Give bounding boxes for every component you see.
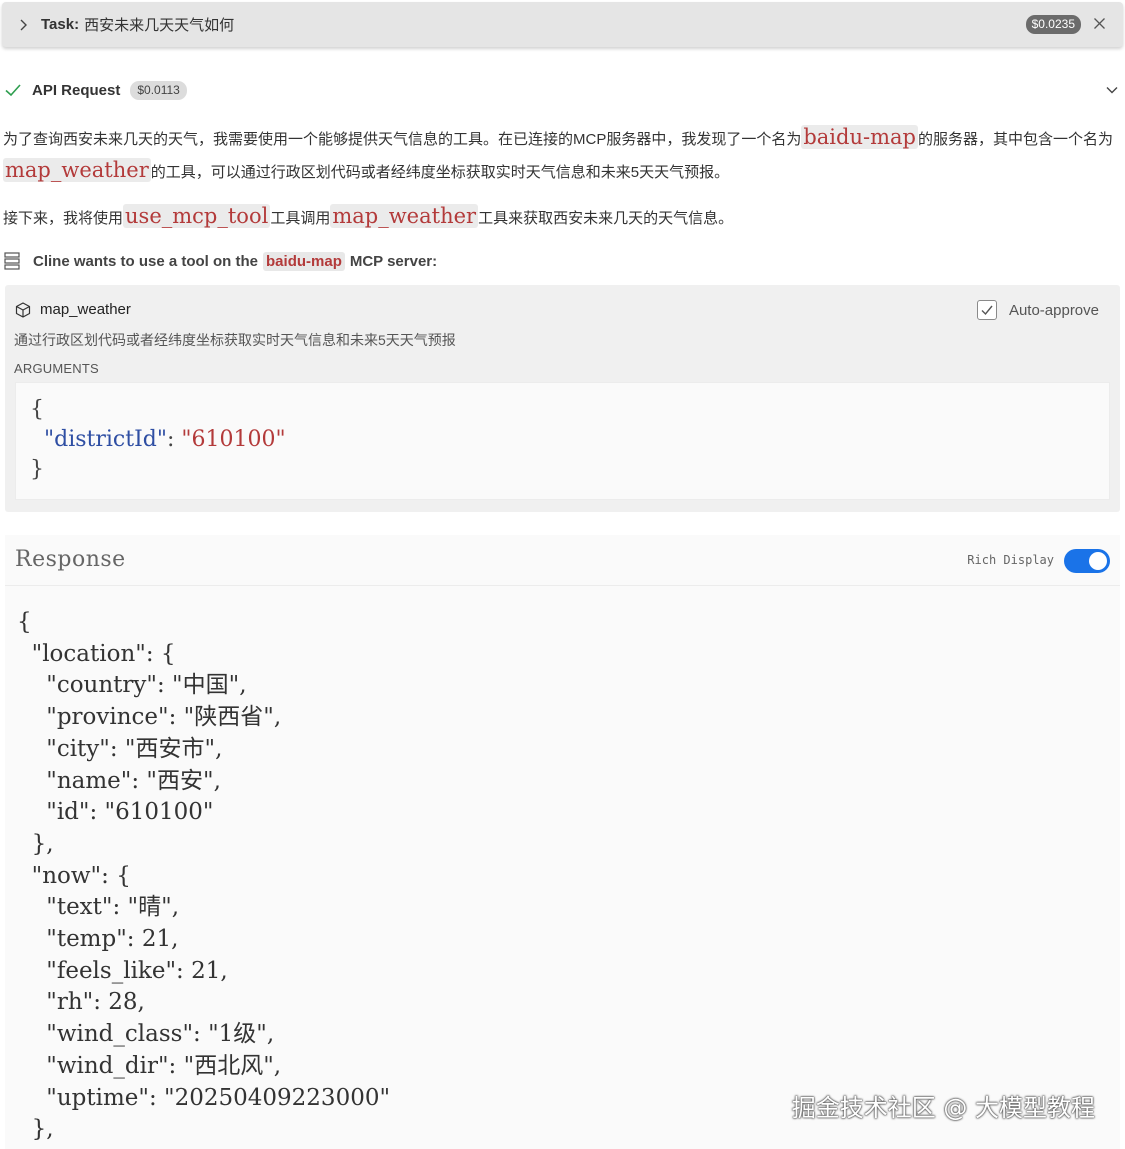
assistant-message-2: 接下来，我将使用use_mcp_tool 工具调用map_weather 工具来获取… [3,201,1118,234]
json-value: "610100" [181,427,286,452]
response-header: Response Rich Display [5,535,1120,586]
toggle-knob [1089,552,1107,570]
watermark: 掘金技术社区 @ 大模型教程 [791,1094,1095,1122]
api-request-row[interactable]: API Request $0.0113 [0,76,1125,104]
text-segment: 为了查询西安未来几天的天气，我需要使用一个能够提供天气信息的工具。在已连接的MC… [3,131,802,148]
json-key: "districtId" [44,427,167,452]
inline-code: map_weather [330,204,479,228]
task-header[interactable]: Task: 西安未来几天天气如何 $0.0235 [2,2,1123,47]
response-json-line: "country": "中国", [17,672,247,699]
text-segment: 的工具，可以通过行政区划代码或者经纬度坐标获取实时天气信息和未来5天天气预报。 [150,164,730,181]
tool-name-row: map_weather [15,301,131,318]
response-panel: Response Rich Display { "location": { "c… [5,535,1120,1149]
chevron-down-icon[interactable] [1105,83,1119,97]
task-text: 西安未来几天天气如何 [84,17,235,34]
inline-code: use_mcp_tool [123,204,271,228]
response-json-line: "id": "610100" [17,799,214,826]
response-json-line: "text": "晴", [17,894,179,921]
response-json: { "location": { "country": "中国", "provin… [17,607,390,1146]
inline-code: map_weather [3,158,151,182]
mcp-request-prefix: Cline wants to use a tool on the [33,252,259,270]
check-icon [4,81,22,99]
response-json-line: "wind_dir": "西北风", [17,1052,282,1079]
rich-display-toggle[interactable] [1064,549,1110,573]
auto-approve-toggle[interactable]: Auto-approve [976,300,1099,320]
arguments-code: { "districtId": "610100" } [30,395,286,485]
response-json-line: "temp": 21, [17,926,179,953]
tool-description: 通过行政区划代码或者经纬度坐标获取实时天气信息和未来5天天气预报 [14,332,456,348]
text-segment: 工具调用 [270,210,331,227]
response-json-line: "uptime": "20250409223000" [17,1084,391,1111]
response-json-line: "name": "西安", [17,767,221,794]
json-brace: { [30,397,44,422]
json-colon: : [166,427,182,452]
tool-panel: map_weather Auto-approve 通过行政区划代码或者经纬度坐标… [5,285,1120,512]
text-segment: 的服务器，其中包含一个名为 [917,131,1113,148]
response-json-line: "location": { [17,640,176,667]
text-segment: 接下来，我将使用 [3,210,124,227]
auto-approve-label: Auto-approve [1008,301,1099,319]
task-cost-badge: $0.0235 [1025,15,1081,34]
task-label: Task: [41,16,80,33]
server-icon [4,252,20,270]
response-json-line: "feels_like": 21, [17,957,228,984]
text-segment: 工具来获取西安未来几天的天气信息。 [478,210,734,227]
response-json-line: "rh": 28, [17,989,145,1016]
arguments-code-block: { "districtId": "610100" } [15,382,1110,500]
response-json-line: }, [17,1116,54,1143]
tool-name: map_weather [40,301,131,318]
assistant-message-1: 为了查询西安未来几天的天气，我需要使用一个能够提供天气信息的工具。在已连接的MC… [3,122,1118,188]
inline-code: baidu-map [801,125,918,149]
close-icon[interactable] [1093,17,1107,31]
response-json-line: "province": "陕西省", [17,704,282,731]
arguments-label: ARGUMENTS [14,361,99,376]
rich-display-label: Rich Display [967,553,1054,567]
response-json-line: "city": "西安市", [17,735,223,762]
mcp-request-header: Cline wants to use a tool on the baidu-m… [4,247,437,275]
chevron-right-icon[interactable] [19,18,33,32]
mcp-request-suffix: MCP server: [349,252,438,270]
response-json-line: "wind_class": "1级", [17,1021,275,1048]
api-request-cost-badge: $0.0113 [130,80,187,100]
response-json-line: }, [17,830,54,857]
response-title: Response [15,547,126,572]
response-json-line: "now": { [17,862,131,889]
auto-approve-checkbox[interactable] [976,300,997,320]
response-json-line: { [17,609,32,635]
mcp-server-name: baidu-map [263,251,345,271]
cube-icon [15,301,31,318]
api-request-label: API Request [32,81,121,99]
json-brace: } [30,457,44,482]
